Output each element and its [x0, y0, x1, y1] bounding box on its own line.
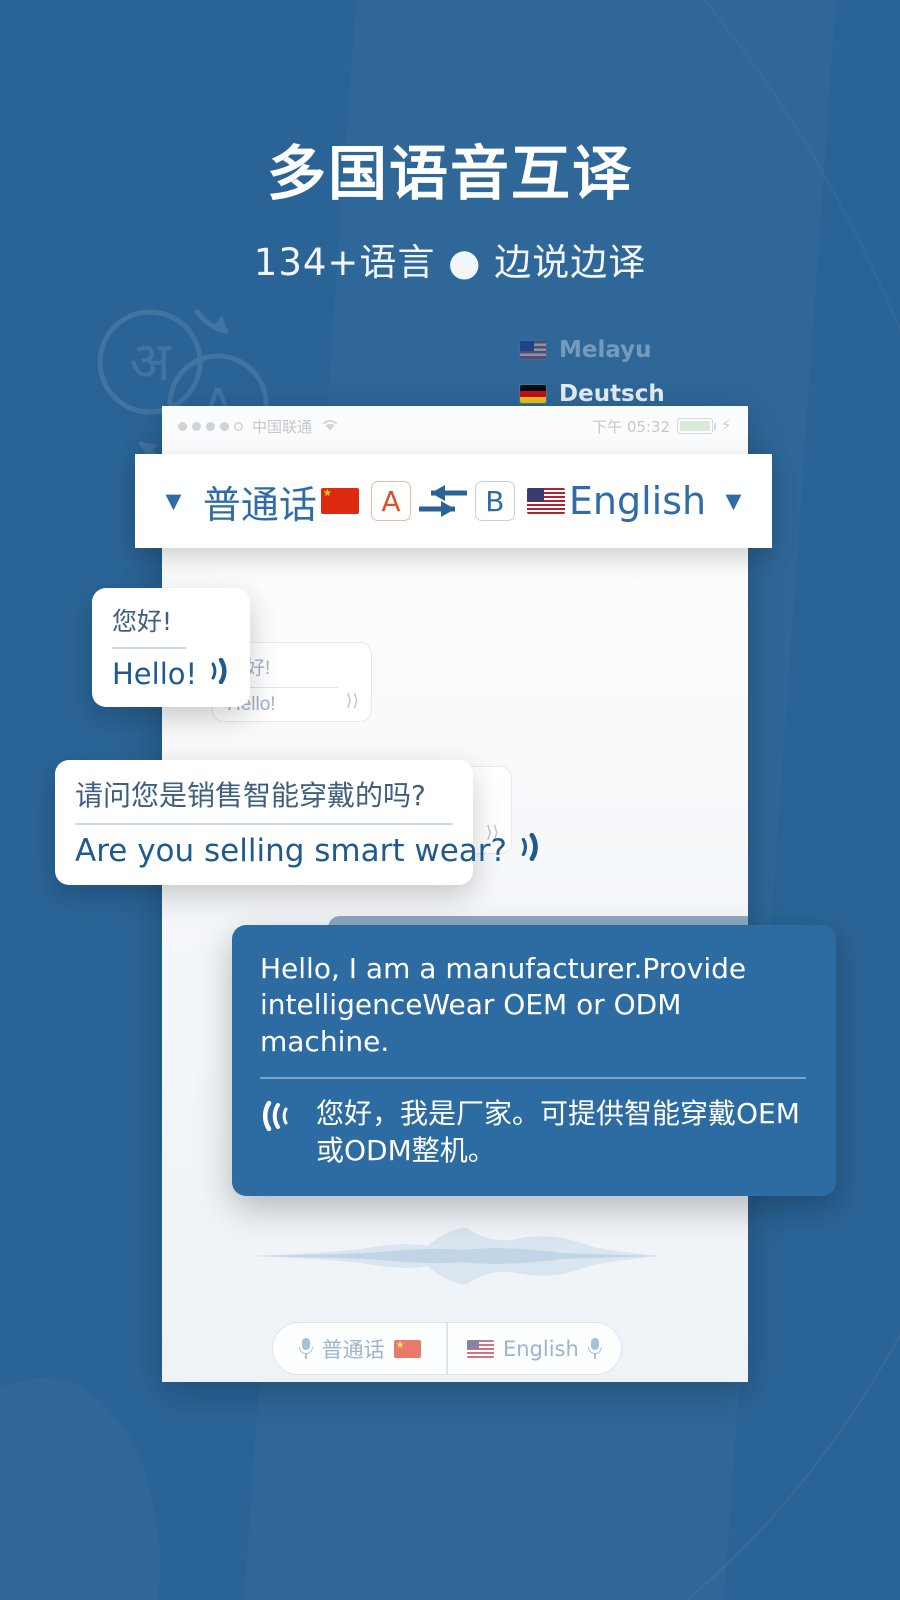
flag-germany-icon — [520, 385, 546, 403]
mic-button-chinese[interactable]: 普通话 — [273, 1334, 446, 1364]
callout-bubble-2[interactable]: 请问您是销售智能穿戴的吗? Are you selling smart wear… — [55, 760, 538, 885]
badge-a[interactable]: A — [370, 481, 411, 521]
callout-english-text: Hello, I am a manufacturer.Provide intel… — [260, 952, 747, 1058]
background-blob — [0, 1360, 193, 1600]
flag-china-icon — [320, 488, 359, 514]
swap-arrows-icon[interactable] — [411, 481, 475, 521]
page-subtitle: 134+语言 ● 边说边译 — [253, 241, 647, 284]
flag-usa-icon — [466, 1339, 494, 1358]
flag-malaysia-icon — [520, 341, 546, 359]
flag-usa-icon — [526, 488, 565, 514]
mic-label-right: English — [502, 1336, 579, 1361]
callout-bubble-blue[interactable]: Hello, I am a manufacturer.Provide intel… — [232, 925, 836, 1197]
divider — [260, 1077, 806, 1079]
callout-chinese-text: 您好，我是厂家。可提供智能穿戴OEM或ODM整机。 — [316, 1096, 800, 1168]
callout-bubble-1[interactable]: 您好! Hello! — [92, 588, 250, 707]
mic-label-left: 普通话 — [321, 1337, 385, 1362]
audio-waveform — [252, 1227, 662, 1285]
mic-language-bar: 普通话 English — [272, 1322, 622, 1375]
microphone-icon — [587, 1338, 602, 1359]
source-language-label[interactable]: 普通话 — [203, 474, 317, 529]
language-selector-bar: ▼ 普通话 A B English ▼ — [135, 454, 772, 548]
phone-mockup: 中国联通 下午 05:32 ⚡ 您好! Hello! ⟩⟩ 请问您是销售智能穿戴… — [162, 406, 748, 1382]
target-language-label[interactable]: English — [569, 479, 706, 523]
divider — [112, 647, 186, 649]
battery-icon — [677, 418, 717, 434]
speaker-icon[interactable] — [517, 832, 549, 866]
chevron-down-icon-left[interactable]: ▼ — [160, 487, 187, 515]
microphone-icon — [298, 1338, 313, 1359]
flag-china-icon — [393, 1339, 421, 1358]
speaker-waves-icon[interactable] — [260, 1095, 294, 1136]
chevron-down-icon-right[interactable]: ▼ — [720, 487, 747, 515]
callout-target-text: Hello! — [112, 656, 198, 691]
callout-source-text: 请问您是销售智能穿戴的吗? — [75, 779, 426, 812]
language-label: Melayu — [559, 337, 652, 363]
divider — [75, 823, 453, 825]
speaker-icon[interactable]: ⟩⟩ — [346, 691, 359, 711]
status-time: 下午 05:32 — [592, 417, 671, 436]
language-list-item-melayu[interactable]: Melayu — [520, 328, 820, 372]
chat-area: 您好! Hello! ⟩⟩ 请问您是销售智能穿戴的吗? ⟩⟩ Hello, I … — [162, 446, 748, 1382]
lightning-bolt-icon: ⚡ — [720, 416, 732, 435]
page-title: 多国语音互译 — [266, 139, 633, 208]
signal-strength-icon — [178, 421, 243, 431]
language-label: Deutsch — [559, 381, 665, 407]
callout-target-text: Are you selling smart wear? — [75, 832, 507, 869]
carrier-label: 中国联通 — [252, 417, 313, 436]
mic-button-english[interactable]: English — [448, 1337, 621, 1361]
callout-source-text: 您好! — [112, 607, 173, 636]
wifi-icon — [320, 417, 340, 436]
status-bar-right: 下午 05:32 ⚡ — [592, 416, 732, 437]
badge-b[interactable]: B — [474, 481, 515, 521]
svg-text:अ: अ — [129, 330, 172, 393]
status-bar: 中国联通 下午 05:32 ⚡ — [162, 406, 748, 446]
speaker-icon[interactable] — [207, 657, 237, 689]
